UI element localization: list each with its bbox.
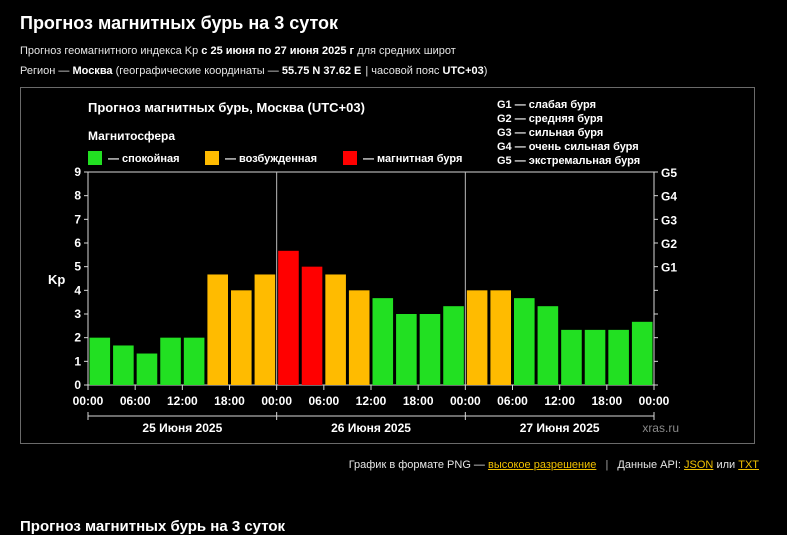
legend-label-1: — возбужденная (225, 153, 317, 165)
g-axis-label: G2 (661, 237, 677, 251)
chart-frame: Прогноз магнитных бурь, Москва (UTC+03) М… (20, 87, 755, 444)
x-tick-label: 18:00 (214, 394, 245, 408)
kp-bar (207, 274, 228, 385)
y-tick-label: 1 (74, 354, 81, 368)
x-tick-label: 18:00 (403, 394, 434, 408)
kp-bar (396, 314, 417, 385)
page-title: Прогноз магнитных бурь на 3 суток (20, 13, 339, 33)
description-prefix: Прогноз геомагнитного индекса Kp (20, 45, 199, 57)
kp-bar (160, 337, 181, 385)
kp-bar (113, 345, 134, 385)
y-tick-label: 9 (74, 165, 81, 179)
close-paren: ) (483, 65, 488, 77)
kp-bar (466, 290, 488, 385)
kp-bar (443, 306, 464, 385)
legend-label-2: — магнитная буря (363, 153, 462, 165)
legend-title: Магнитосфера (88, 129, 175, 143)
description-suffix: для средних широт (357, 45, 456, 57)
kp-bar (136, 353, 158, 385)
y-tick-label: 2 (74, 331, 81, 345)
y-tick-label: 4 (74, 283, 81, 297)
footer: График в формате PNG — высокое разрешени… (349, 459, 759, 471)
day-label: 27 Июня 2025 (520, 421, 600, 435)
date-range: с 25 июня по 27 июня 2025 г (201, 45, 355, 57)
region-name: Москва (72, 65, 113, 77)
g-axis-label: G5 (661, 166, 677, 180)
x-tick-label: 12:00 (167, 394, 198, 408)
high-resolution-link[interactable]: высокое разрешение (488, 459, 596, 471)
watermark: xras.ru (642, 421, 679, 435)
x-tick-label: 06:00 (308, 394, 339, 408)
g-scale-1: G1 — слабая буря (497, 99, 596, 111)
g-axis-label: G1 (661, 261, 677, 275)
or-label: или (716, 459, 736, 471)
x-tick-label: 00:00 (639, 394, 670, 408)
x-tick-label: 00:00 (73, 394, 104, 408)
x-tick-label: 06:00 (120, 394, 151, 408)
chart-title: Прогноз магнитных бурь, Москва (UTC+03) (88, 100, 365, 115)
x-tick-label: 06:00 (497, 394, 528, 408)
txt-link[interactable]: TXT (738, 459, 759, 471)
kp-bar (254, 274, 276, 385)
api-label: Данные API: (617, 459, 681, 471)
y-tick-label: 7 (74, 212, 81, 226)
day-label: 26 Июня 2025 (331, 421, 411, 435)
kp-bar (348, 290, 370, 385)
coords-label: (географические координаты — (115, 65, 279, 77)
kp-bar (514, 298, 535, 385)
region-info: Регион — Москва (географические координа… (20, 65, 487, 77)
kp-bar (301, 266, 323, 385)
kp-bar (419, 314, 441, 385)
x-tick-label: 12:00 (544, 394, 575, 408)
kp-forecast-chart: Прогноз магнитных бурь, Москва (UTC+03) М… (48, 99, 679, 435)
kp-bar (561, 329, 582, 385)
g-scale-5: G5 — экстремальная буря (497, 155, 640, 167)
kp-bar (584, 329, 606, 385)
json-link[interactable]: JSON (684, 459, 713, 471)
kp-bar (631, 321, 653, 385)
legend-swatch-1 (205, 151, 219, 165)
day-label: 25 Июня 2025 (142, 421, 222, 435)
kp-bar (183, 337, 205, 385)
timezone-label: | часовой пояс (365, 65, 440, 77)
kp-bar (608, 329, 629, 385)
kp-bar (231, 290, 252, 385)
g-axis-label: G4 (661, 190, 677, 204)
legend-label-0: — спокойная (108, 153, 180, 165)
y-tick-label: 6 (74, 236, 81, 250)
y-tick-label: 8 (74, 189, 81, 203)
g-scale-4: G4 — очень сильная буря (497, 141, 639, 153)
kp-bar (278, 250, 299, 385)
x-tick-label: 18:00 (591, 394, 622, 408)
g-scale-3: G3 — сильная буря (497, 127, 603, 139)
y-axis-label: Kp (48, 272, 65, 287)
forecast-description: Прогноз геомагнитного индекса Kp с 25 ию… (20, 45, 456, 57)
region-label: Регион — (20, 65, 70, 77)
footer-separator: | (605, 459, 609, 471)
kp-bar (372, 298, 394, 385)
y-tick-label: 3 (74, 307, 81, 321)
y-tick-label: 0 (74, 378, 81, 392)
next-section-heading: Прогноз магнитных бурь на 3 суток (20, 518, 286, 535)
png-label: График в формате PNG — (348, 459, 485, 471)
kp-bar (89, 337, 111, 385)
y-tick-label: 5 (74, 260, 81, 274)
x-tick-label: 00:00 (450, 394, 481, 408)
timezone: UTC+03 (442, 65, 484, 77)
kp-bar (490, 290, 511, 385)
kp-bar (325, 274, 346, 385)
kp-bar (537, 306, 559, 385)
g-scale-2: G2 — средняя буря (497, 113, 603, 125)
x-tick-label: 00:00 (261, 394, 292, 408)
legend-swatch-2 (343, 151, 357, 165)
coordinates: 55.75 N 37.62 E (281, 65, 362, 77)
x-tick-label: 12:00 (356, 394, 387, 408)
legend-swatch-0 (88, 151, 102, 165)
g-axis-label: G3 (661, 213, 677, 227)
